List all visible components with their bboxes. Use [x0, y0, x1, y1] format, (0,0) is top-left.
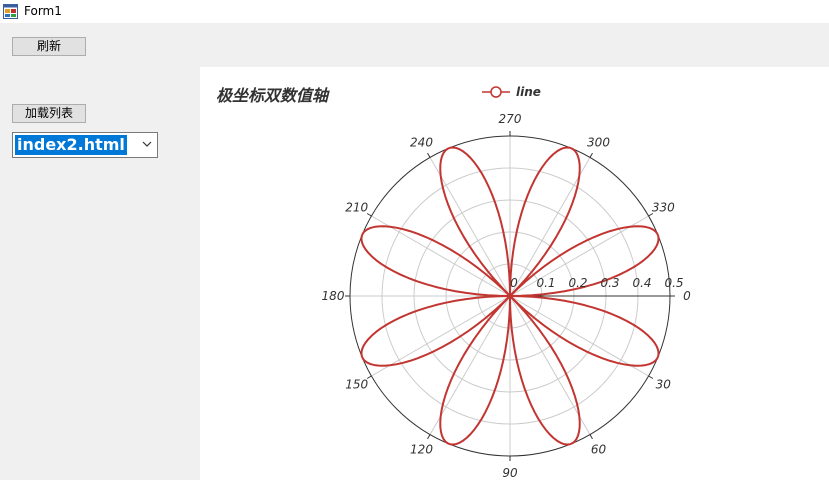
angle-tick-label: 90 — [502, 466, 518, 480]
angle-tick-label: 150 — [345, 378, 368, 392]
angle-tick — [427, 434, 431, 440]
angle-tick — [648, 375, 654, 379]
chevron-down-icon[interactable] — [141, 138, 153, 150]
toolbar — [0, 23, 829, 67]
angle-tick — [589, 152, 593, 158]
windows-form-icon — [3, 4, 18, 19]
angle-tick — [427, 152, 431, 158]
window-title: Form1 — [24, 4, 62, 18]
angle-tick-label: 330 — [652, 201, 675, 215]
refresh-button[interactable]: 刷新 — [12, 37, 86, 56]
angle-tick-label: 120 — [410, 442, 433, 456]
angle-tick-label: 270 — [499, 112, 522, 126]
legend-label: line — [516, 85, 541, 99]
radius-tick-label: 0.1 — [536, 276, 555, 290]
radius-tick-label: 0 — [510, 276, 518, 290]
angle-tick-label: 0 — [683, 289, 691, 303]
angle-tick-label: 30 — [656, 378, 672, 392]
radius-tick-label: 0.3 — [600, 276, 619, 290]
radius-tick-label: 0.4 — [632, 276, 651, 290]
title-bar: Form1 — [0, 0, 829, 23]
angle-tick-label: 180 — [322, 289, 345, 303]
legend[interactable]: line — [482, 85, 541, 99]
radius-tick-label: 0.2 — [568, 276, 587, 290]
chart-title: 极坐标双数值轴 — [216, 86, 330, 105]
legend-marker — [490, 86, 502, 98]
angle-tick-label: 60 — [591, 442, 607, 456]
load-list-button[interactable]: 加载列表 — [12, 104, 86, 123]
angle-tick-label: 210 — [345, 201, 368, 215]
dropdown-selected-value: index2.html — [15, 135, 127, 155]
angle-tick-label: 300 — [587, 136, 610, 150]
chart-panel: 0 30 60 90 120 150 180 210 240 270 300 330 0 0.1 0.2 0.… — [200, 67, 829, 480]
file-select-dropdown[interactable]: index2.html — [12, 132, 158, 158]
polar-chart: 0 30 60 90 120 150 180 210 240 270 300 330 0 0.1 0.2 0.… — [216, 85, 691, 480]
angle-tick-label: 240 — [410, 136, 433, 150]
radius-tick-label: 0.5 — [664, 276, 683, 290]
angle-tick — [589, 434, 593, 440]
